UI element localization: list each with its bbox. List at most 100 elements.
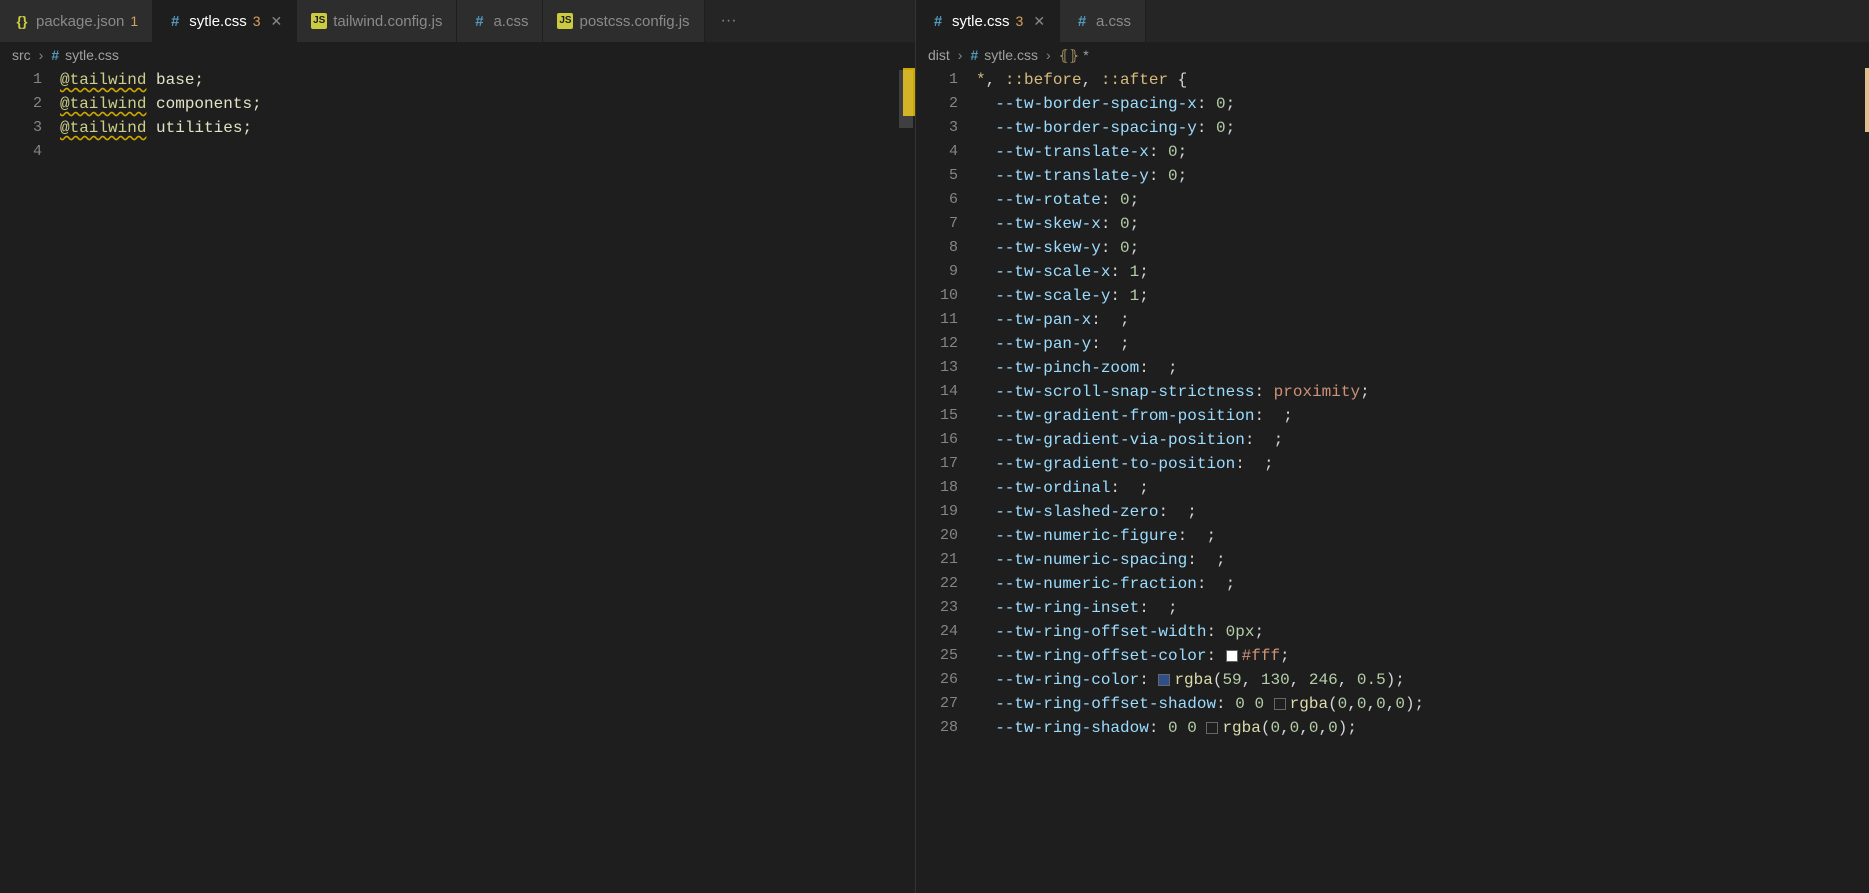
tab-sytle-css[interactable]: # sytle.css 3 ✕: [153, 0, 297, 42]
line-number: 12: [916, 332, 958, 356]
line-number: 20: [916, 524, 958, 548]
breadcrumb-file[interactable]: sytle.css: [984, 47, 1038, 63]
right-line-gutter: 1234567891011121314151617181920212223242…: [916, 68, 976, 893]
color-swatch-icon[interactable]: [1206, 722, 1218, 734]
tab-modified-badge: 3: [1016, 13, 1024, 29]
line-number: 3: [916, 116, 958, 140]
line-number: 17: [916, 452, 958, 476]
tab-label: tailwind.config.js: [333, 13, 442, 30]
code-line[interactable]: --tw-border-spacing-x: 0;: [976, 92, 1869, 116]
breadcrumb-selector[interactable]: *: [1083, 47, 1088, 63]
code-line[interactable]: --tw-numeric-spacing: ;: [976, 548, 1869, 572]
code-line[interactable]: --tw-pan-x: ;: [976, 308, 1869, 332]
color-swatch-icon[interactable]: [1274, 698, 1286, 710]
code-line[interactable]: --tw-ring-offset-shadow: 0 0 rgba(0,0,0,…: [976, 692, 1869, 716]
code-line[interactable]: --tw-pinch-zoom: ;: [976, 356, 1869, 380]
left-breadcrumb[interactable]: src › # sytle.css: [0, 42, 915, 68]
tab-label: package.json: [36, 13, 124, 30]
code-line[interactable]: --tw-translate-y: 0;: [976, 164, 1869, 188]
tab-modified-badge: 3: [253, 13, 261, 29]
line-number: 21: [916, 548, 958, 572]
close-icon[interactable]: ✕: [1033, 13, 1045, 30]
line-number: 27: [916, 692, 958, 716]
line-number: 18: [916, 476, 958, 500]
line-number: 10: [916, 284, 958, 308]
left-line-gutter: 1234: [0, 68, 60, 893]
tab-postcss-config-js[interactable]: JS postcss.config.js: [543, 0, 704, 42]
code-line[interactable]: --tw-ring-shadow: 0 0 rgba(0,0,0,0);: [976, 716, 1869, 740]
tab-package-json[interactable]: {}package.json1: [0, 0, 153, 42]
tab-label: postcss.config.js: [579, 13, 689, 30]
line-number: 1: [0, 68, 42, 92]
right-breadcrumb[interactable]: dist › # sytle.css › ⦃⦄ *: [916, 42, 1869, 68]
code-line[interactable]: --tw-gradient-from-position: ;: [976, 404, 1869, 428]
right-editor[interactable]: 1234567891011121314151617181920212223242…: [916, 68, 1869, 893]
code-line[interactable]: --tw-gradient-via-position: ;: [976, 428, 1869, 452]
tab-label: a.css: [493, 13, 528, 30]
left-editor[interactable]: 1234 @tailwind base;@tailwind components…: [0, 68, 915, 893]
line-number: 2: [0, 92, 42, 116]
tab-tailwind-config-js[interactable]: JS tailwind.config.js: [297, 0, 457, 42]
code-line[interactable]: @tailwind base;: [60, 68, 915, 92]
breadcrumb-sep-icon: ›: [958, 47, 963, 63]
line-number: 2: [916, 92, 958, 116]
tab-label: sytle.css: [189, 13, 247, 30]
line-number: 1: [916, 68, 958, 92]
breadcrumb-root[interactable]: src: [12, 47, 31, 63]
css-file-icon: #: [930, 13, 946, 29]
right-tabs: #sytle.css3✕#a.css: [916, 0, 1869, 42]
code-line[interactable]: --tw-numeric-figure: ;: [976, 524, 1869, 548]
line-number: 6: [916, 188, 958, 212]
line-number: 26: [916, 668, 958, 692]
code-line[interactable]: [60, 140, 915, 164]
tab-sytle-css[interactable]: #sytle.css3✕: [916, 0, 1060, 42]
code-line[interactable]: --tw-scale-y: 1;: [976, 284, 1869, 308]
right-code-area[interactable]: *, ::before, ::after { --tw-border-spaci…: [976, 68, 1869, 893]
color-swatch-icon[interactable]: [1226, 650, 1238, 662]
js-file-icon: JS: [557, 13, 573, 29]
selector-icon: ⦃⦄: [1059, 47, 1080, 64]
minimap-modified-marker: [1865, 68, 1869, 132]
breadcrumb-sep-icon: ›: [1046, 47, 1051, 63]
left-minimap[interactable]: [855, 68, 915, 893]
code-line[interactable]: @tailwind components;: [60, 92, 915, 116]
code-line[interactable]: --tw-border-spacing-y: 0;: [976, 116, 1869, 140]
code-line[interactable]: --tw-pan-y: ;: [976, 332, 1869, 356]
css-file-icon: #: [51, 47, 59, 63]
tab-overflow-button[interactable]: ···: [705, 0, 753, 42]
tab-a-css[interactable]: #a.css: [457, 0, 543, 42]
code-line[interactable]: --tw-scroll-snap-strictness: proximity;: [976, 380, 1869, 404]
line-number: 23: [916, 596, 958, 620]
right-minimap[interactable]: [1809, 68, 1869, 893]
js-file-icon: JS: [311, 13, 327, 29]
line-number: 4: [0, 140, 42, 164]
code-line[interactable]: @tailwind utilities;: [60, 116, 915, 140]
line-number: 4: [916, 140, 958, 164]
left-code-area[interactable]: @tailwind base;@tailwind components;@tai…: [60, 68, 915, 893]
css-file-icon: #: [167, 13, 183, 29]
code-line[interactable]: *, ::before, ::after {: [976, 68, 1869, 92]
code-line[interactable]: --tw-skew-y: 0;: [976, 236, 1869, 260]
color-swatch-icon[interactable]: [1158, 674, 1170, 686]
code-line[interactable]: --tw-translate-x: 0;: [976, 140, 1869, 164]
code-line[interactable]: --tw-skew-x: 0;: [976, 212, 1869, 236]
code-line[interactable]: --tw-slashed-zero: ;: [976, 500, 1869, 524]
line-number: 22: [916, 572, 958, 596]
tab-a-css[interactable]: #a.css: [1060, 0, 1146, 42]
close-icon[interactable]: ✕: [271, 13, 283, 30]
code-line[interactable]: --tw-ring-offset-width: 0px;: [976, 620, 1869, 644]
code-line[interactable]: --tw-rotate: 0;: [976, 188, 1869, 212]
code-line[interactable]: --tw-ring-color: rgba(59, 130, 246, 0.5)…: [976, 668, 1869, 692]
code-line[interactable]: --tw-gradient-to-position: ;: [976, 452, 1869, 476]
line-number: 19: [916, 500, 958, 524]
code-line[interactable]: --tw-scale-x: 1;: [976, 260, 1869, 284]
code-line[interactable]: --tw-ring-offset-color: #fff;: [976, 644, 1869, 668]
minimap-viewport[interactable]: [899, 70, 913, 128]
code-line[interactable]: --tw-numeric-fraction: ;: [976, 572, 1869, 596]
code-line[interactable]: --tw-ordinal: ;: [976, 476, 1869, 500]
breadcrumb-sep-icon: ›: [39, 47, 44, 63]
breadcrumb-root[interactable]: dist: [928, 47, 950, 63]
breadcrumb-file[interactable]: sytle.css: [65, 47, 119, 63]
tab-modified-badge: 1: [130, 13, 138, 29]
code-line[interactable]: --tw-ring-inset: ;: [976, 596, 1869, 620]
